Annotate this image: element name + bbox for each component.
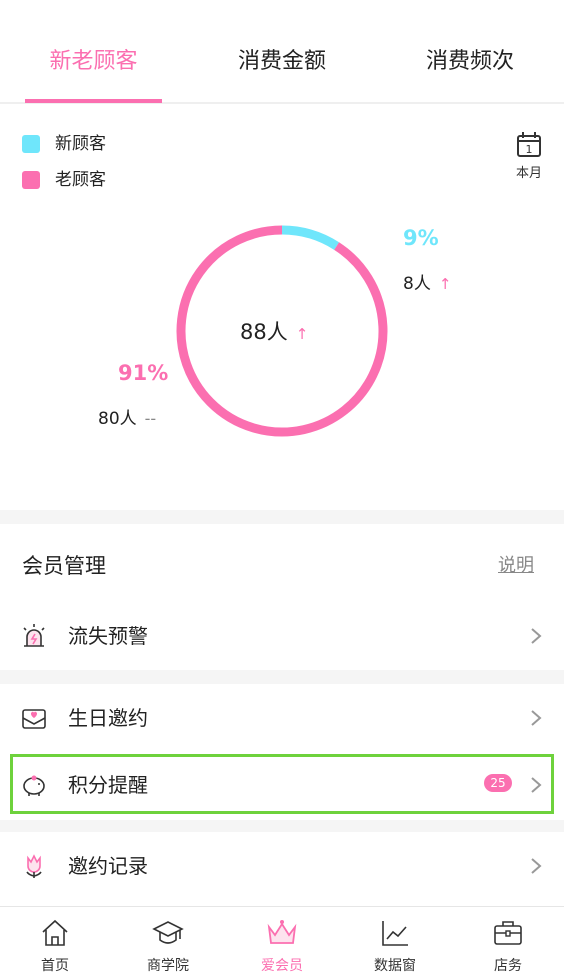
nav-home[interactable]: 首页 <box>5 907 105 980</box>
nav-data-window[interactable]: 数据窗 <box>345 907 445 980</box>
explain-link[interactable]: 说明 <box>498 551 534 577</box>
nav-love-members[interactable]: 爱会员 <box>232 907 332 980</box>
flower-icon <box>26 854 42 878</box>
list-item-label: 流失预警 <box>68 624 148 648</box>
nav-label: 商学院 <box>147 958 189 974</box>
trend-up-icon: ↑ <box>295 325 309 343</box>
total-customers-value: 88人 <box>240 320 288 344</box>
trend-flat-mark: -- <box>144 409 157 428</box>
old-customer-percent: 91% <box>118 361 169 385</box>
new-customer-percent: 9% <box>403 226 439 250</box>
row-divider <box>0 820 564 832</box>
list-item-birthday-invite[interactable]: 生日邀约 <box>0 685 564 751</box>
briefcase-icon <box>494 921 522 945</box>
nav-academy[interactable]: 商学院 <box>118 907 218 980</box>
old-customer-count: 80人 -- <box>98 404 156 429</box>
crown-icon <box>267 920 297 944</box>
trend-up-icon: ↑ <box>438 275 452 293</box>
chevron-right-icon <box>531 710 542 726</box>
row-divider <box>0 670 564 684</box>
list-item-churn-warning[interactable]: 流失预警 <box>0 603 564 669</box>
selection-highlight <box>10 754 554 814</box>
chevron-right-icon <box>531 628 542 644</box>
list-item-label: 邀约记录 <box>68 854 148 878</box>
chevron-right-icon <box>531 858 542 874</box>
new-customer-count-value: 8人 <box>403 274 431 294</box>
nav-store-affairs[interactable]: 店务 <box>458 907 558 980</box>
nav-label: 店务 <box>494 958 522 974</box>
list-item-label: 生日邀约 <box>68 706 148 730</box>
list-item-invite-records[interactable]: 邀约记录 <box>0 833 564 899</box>
nav-label: 爱会员 <box>261 958 303 974</box>
section-divider <box>0 510 564 524</box>
graduation-cap-icon <box>152 921 184 944</box>
new-customer-count: 8人 ↑ <box>403 269 451 294</box>
section-title: 会员管理 <box>22 554 106 578</box>
home-icon <box>42 919 68 946</box>
bottom-navigation: 首页 商学院 爱会员 数据窗 店务 <box>0 906 564 980</box>
old-customer-count-value: 80人 <box>98 409 137 429</box>
heart-envelope-icon <box>22 709 46 729</box>
total-customers: 88人 ↑ <box>240 316 350 346</box>
customer-donut-chart <box>176 225 388 437</box>
alarm-light-icon <box>23 624 45 647</box>
chart-icon <box>382 921 408 946</box>
nav-label: 首页 <box>41 958 69 974</box>
nav-label: 数据窗 <box>374 958 416 974</box>
donut-slice-new <box>281 225 340 250</box>
